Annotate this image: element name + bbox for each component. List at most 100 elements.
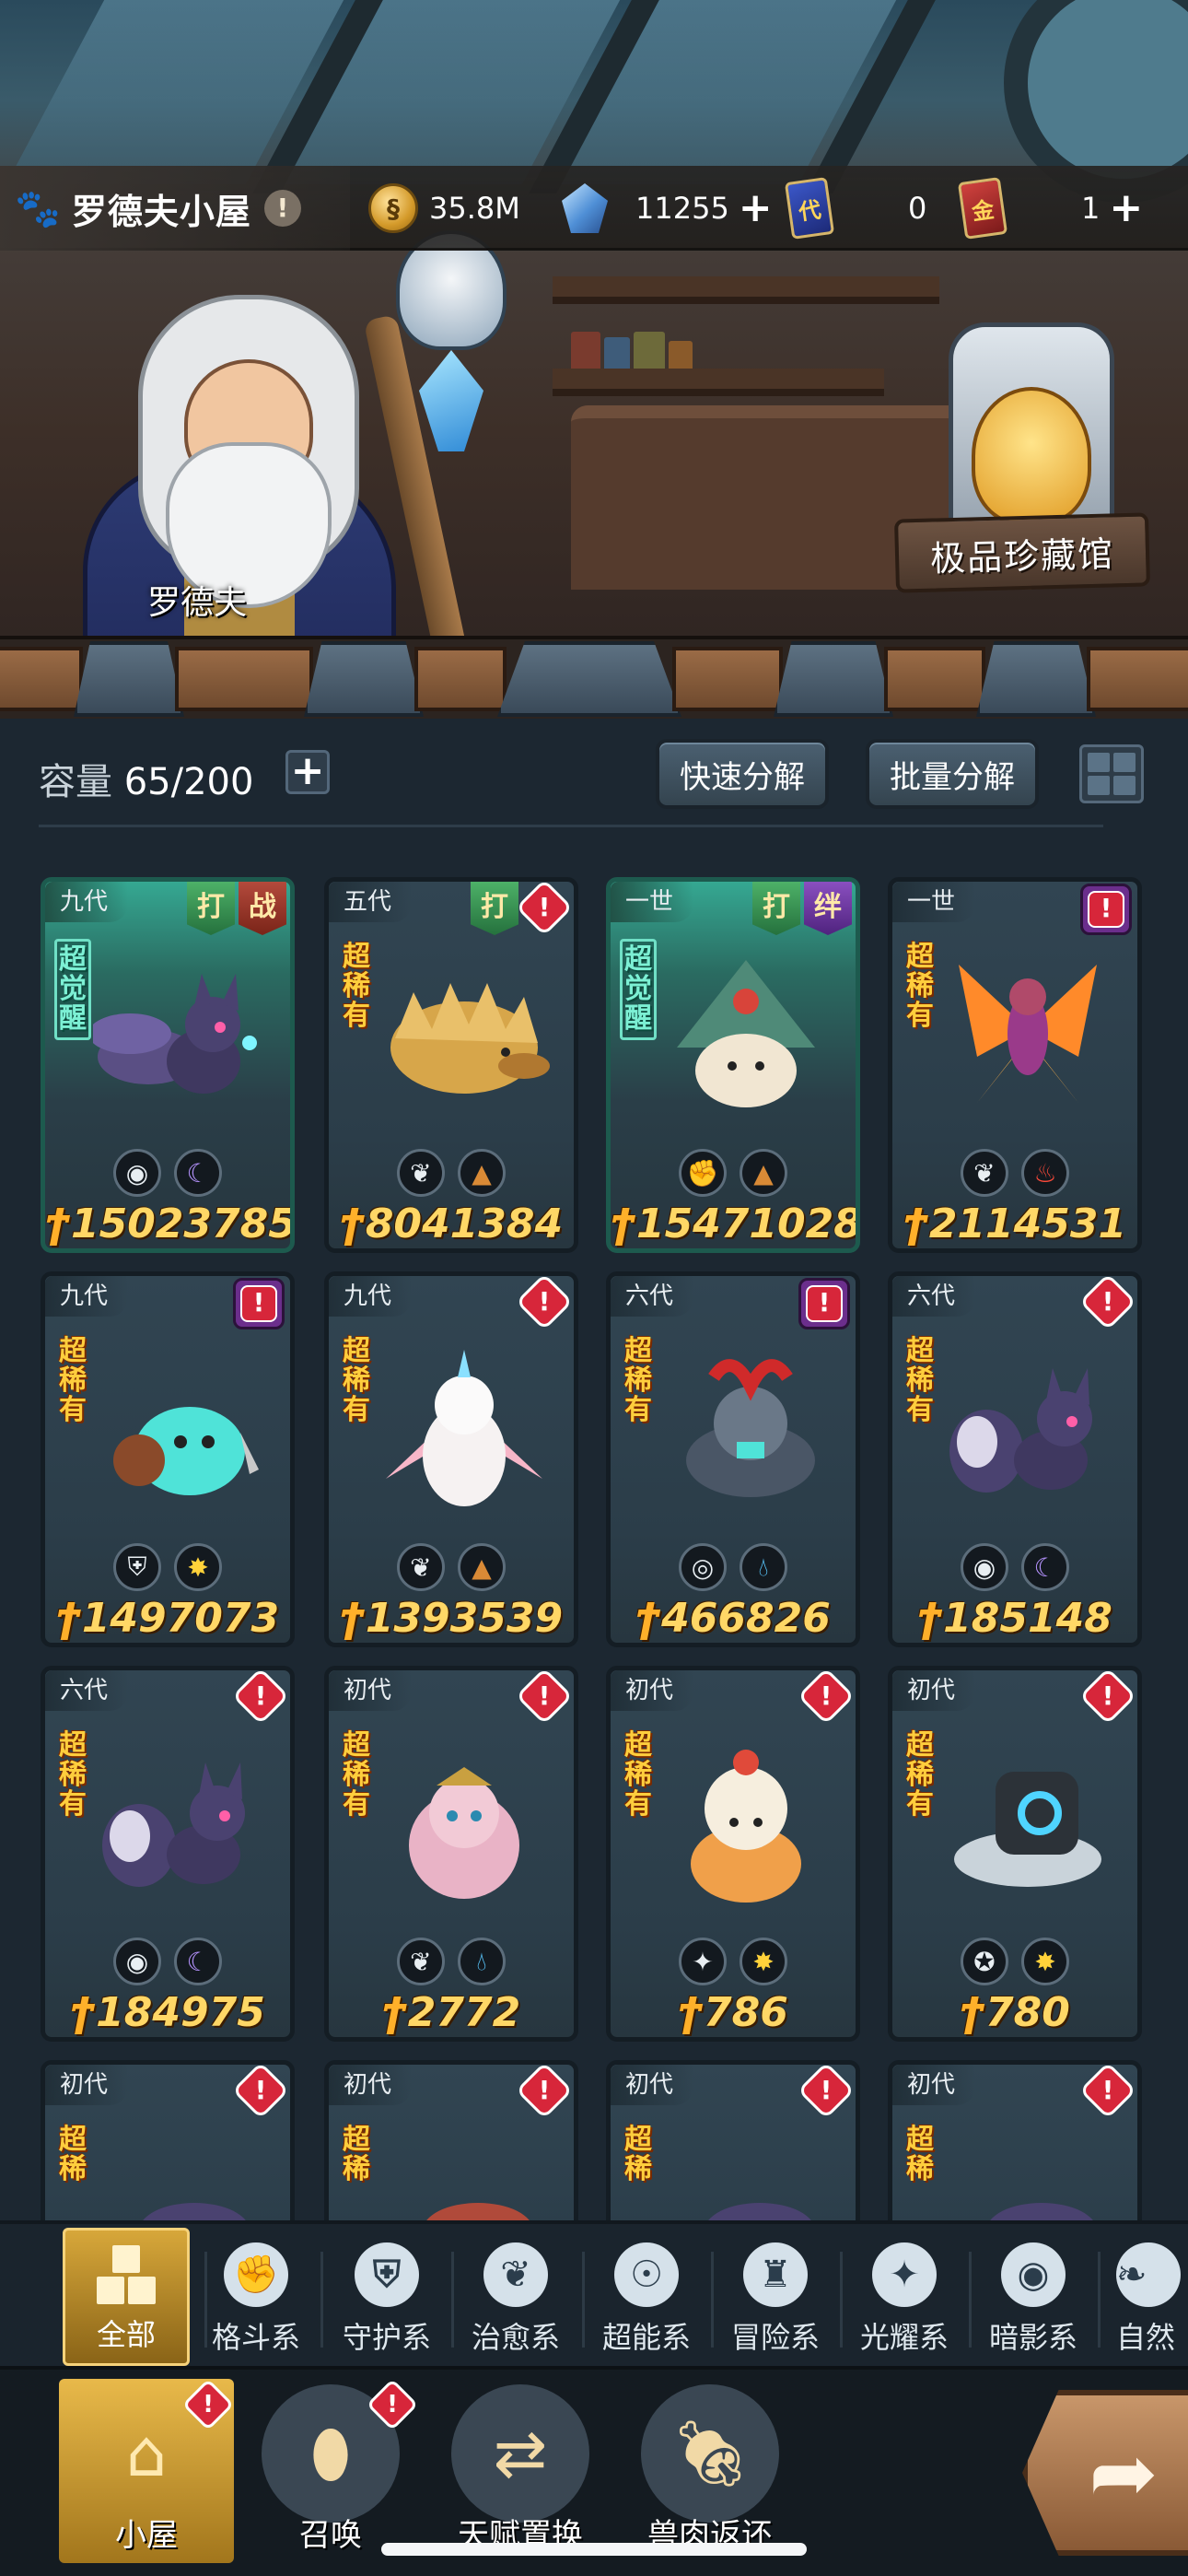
category-fighting[interactable]: ✊ 格斗系 [192, 2228, 320, 2366]
category-label: 冒险系 [730, 2320, 820, 2355]
category-all[interactable]: 全部 [63, 2228, 190, 2366]
jin-card-resource: 金 1 + [957, 166, 1143, 251]
generation-label: 九代 [45, 882, 129, 922]
element-icons: ✦ ✸ [611, 1938, 856, 1985]
pet-card[interactable]: 六代 ! 超稀有 ◎ 💧︎ ϯ466826 [606, 1271, 860, 1647]
power-value: ϯ2772 [381, 1989, 521, 2036]
category-radiance[interactable]: ✦ 光耀系 [840, 2228, 969, 2366]
fist-icon: ✊ [679, 1149, 727, 1197]
element-icons: ❦ ▲ [329, 1543, 574, 1591]
yeti-creature [409, 1767, 519, 1899]
info-icon[interactable]: ! [263, 190, 301, 227]
museum-button[interactable]: 极品珍藏馆 [894, 512, 1150, 593]
power-value: ϯ15023785 [45, 1200, 295, 1247]
gold-resource: § 35.8M [368, 166, 520, 251]
power-value: ϯ1497073 [55, 1595, 280, 1642]
fist-icon: ✊ [224, 2242, 288, 2307]
add-jin-card-button[interactable]: + [1109, 188, 1143, 228]
nav-meat-refund[interactable]: 🍖︎ 兽肉返还 [623, 2379, 798, 2563]
rarity-tag: 超稀有 [343, 1335, 370, 1426]
nav-cabin[interactable]: ⌂ 小屋 ! [59, 2378, 235, 2563]
power-value: ϯ185148 [917, 1595, 1112, 1642]
star-icon: ✸ [174, 1543, 222, 1591]
adventure-icon: ✪ [961, 1938, 1008, 1985]
arrow-icon[interactable]: ➦ [1022, 2390, 1188, 2556]
pet-card[interactable]: 一世 ! 超稀有 ❦ ♨ ϯ2114531 [888, 877, 1142, 1253]
dai-card-count: 0 [908, 191, 927, 226]
rarity-tag: 超稀有 [624, 1729, 652, 1821]
rarity-tag: 超稀 [906, 2124, 934, 2185]
generation-label: 初代 [329, 2065, 413, 2105]
category-healing[interactable]: ❦ 治愈系 [451, 2228, 580, 2366]
alert-icon: ! [515, 882, 574, 937]
pet-card[interactable]: 六代 ! 超稀有 ◉ ☾ ϯ185148 [888, 1271, 1142, 1647]
guard-icon: ⛨ [113, 1543, 161, 1591]
category-shadow[interactable]: ◉ 暗影系 [969, 2228, 1098, 2366]
generation-label: 初代 [611, 1670, 694, 1711]
generation-label: 五代 [329, 882, 413, 922]
inventory-panel: 容量 65/200 + 快速分解 批量分解 九代 打 战 超觉醒 ◉ ☾ ϯ15… [0, 719, 1188, 2336]
pet-card[interactable]: 初代 ! 超稀有 ❦ 💧︎ ϯ2772 [324, 1666, 578, 2042]
generation-label: 六代 [892, 1276, 976, 1317]
category-label: 治愈系 [471, 2320, 560, 2355]
power-value: ϯ8041384 [339, 1200, 564, 1247]
pet-card[interactable]: 六代 ! 超稀有 ◉ ☾ ϯ184975 [41, 1666, 295, 2042]
element-icons: ✪ ✸ [892, 1938, 1137, 1985]
water-icon: 💧︎ [740, 1543, 787, 1591]
power-value: ϯ2114531 [903, 1200, 1127, 1247]
pet-card[interactable]: 九代 ! 超稀有 ⛨ ✸ ϯ1497073 [41, 1271, 295, 1647]
rarity-tag: 超稀有 [906, 941, 934, 1032]
add-crystal-button[interactable]: + [739, 188, 773, 228]
element-icons: ◉ ☾ [45, 1149, 290, 1197]
pet-card[interactable]: 初代 ! 超稀有 ✪ ✸ ϯ780 [888, 1666, 1142, 2042]
category-psychic[interactable]: ☉ 超能系 [582, 2228, 711, 2366]
earth-icon: ▲ [458, 1149, 506, 1197]
element-icons: ❦ ♨ [892, 1149, 1137, 1197]
earth-icon: ▲ [740, 1149, 787, 1197]
nav-summon[interactable]: ⬮ 召唤 ! [243, 2378, 419, 2563]
rarity-tag: 超稀有 [906, 1335, 934, 1426]
pet-card[interactable]: 九代 打 战 超觉醒 ◉ ☾ ϯ15023785 [41, 877, 295, 1253]
house-name: 罗德夫小屋 [71, 191, 251, 232]
category-adventure[interactable]: ♜ 冒险系 [711, 2228, 840, 2366]
pet-card[interactable]: 一世 打 绊 超觉醒 ✊ ▲ ϯ15471028 [606, 877, 860, 1253]
crystal-icon [562, 183, 608, 233]
generation-label: 初代 [329, 1670, 413, 1711]
light-icon: ✦ [679, 1938, 727, 1985]
shadow-eye-icon: ◉ [961, 1543, 1008, 1591]
rarity-tag: 超稀 [59, 2124, 87, 2185]
jin-card-count: 1 [1081, 191, 1101, 226]
hedgehog-creature [390, 983, 550, 1094]
category-label: 守护系 [342, 2320, 431, 2355]
phoenix-creature [959, 965, 1097, 1103]
element-icons: ◉ ☾ [45, 1938, 290, 1985]
power-value: ϯ15471028 [611, 1200, 860, 1247]
alert-icon: ! [515, 1670, 574, 1726]
battle-tag: 打 [187, 882, 235, 935]
pet-card[interactable]: 五代 打 ! 超稀有 ❦ ▲ ϯ8041384 [324, 877, 578, 1253]
npc-name: 罗德夫 [147, 584, 248, 622]
element-icons: ◎ 💧︎ [611, 1543, 856, 1591]
nav-talent-swap[interactable]: ⇄ 天赋置换 [433, 2379, 608, 2563]
category-nature[interactable]: ❧ 自然 [1098, 2228, 1188, 2366]
generation-label: 一世 [611, 882, 694, 922]
leaf-icon: ❧ [1116, 2242, 1181, 2307]
category-label: 光耀系 [859, 2320, 949, 2355]
power-value: ϯ466826 [635, 1595, 831, 1642]
category-guardian[interactable]: ⛨ 守护系 [322, 2228, 451, 2366]
generation-label: 六代 [611, 1276, 694, 1317]
fire-icon: ♨ [1021, 1149, 1069, 1197]
pet-card[interactable]: 初代 ! 超稀有 ✦ ✸ ϯ786 [606, 1666, 860, 2042]
pet-card-grid: 九代 打 战 超觉醒 ◉ ☾ ϯ15023785 五代 打 ! 超稀有 ❦ ▲ … [0, 719, 1188, 2336]
crystal-value: 11255 [635, 191, 729, 226]
slime-creature [113, 1407, 259, 1495]
home-indicator [381, 2543, 807, 2556]
alert-icon: ! [1078, 1276, 1137, 1331]
generation-label: 初代 [892, 2065, 976, 2105]
power-value: ϯ780 [960, 1989, 1070, 2036]
alert-icon: ! [515, 1276, 574, 1331]
star-icon: ✸ [1021, 1938, 1069, 1985]
rarity-tag: 超稀有 [59, 1335, 87, 1426]
pet-card[interactable]: 九代 ! 超稀有 ❦ ▲ ϯ1393539 [324, 1271, 578, 1647]
dai-card-icon: 代 [784, 177, 835, 240]
